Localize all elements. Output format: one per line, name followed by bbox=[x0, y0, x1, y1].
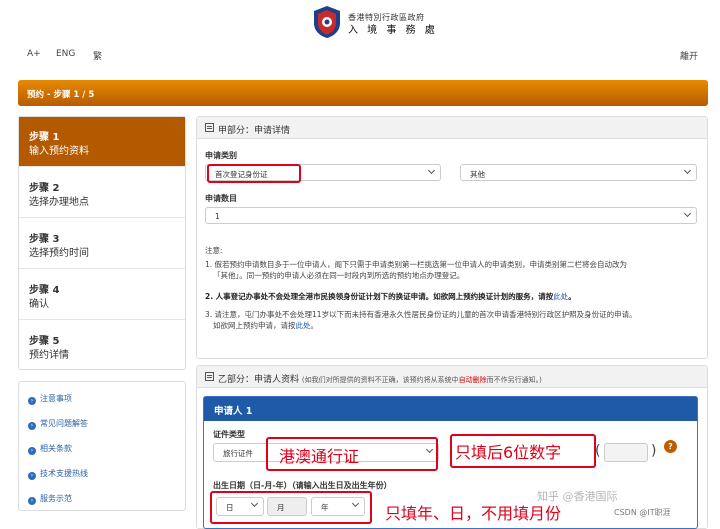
highlight-box bbox=[207, 164, 301, 183]
step-title: 输入预约资料 bbox=[29, 146, 89, 157]
step-title: 预约详情 bbox=[29, 350, 69, 361]
progress-bar: 预约 - 步骤 1 / 5 bbox=[18, 80, 708, 106]
progress-label: 预约 - 步骤 1 / 5 bbox=[27, 90, 95, 100]
step-title: 确认 bbox=[29, 299, 49, 310]
english-link[interactable]: ENG bbox=[56, 49, 75, 59]
help-icon[interactable]: ? bbox=[664, 440, 677, 453]
dob-day-value: 日 bbox=[226, 503, 234, 512]
site-header: 香港特別行政區政府 入 境 事 務 處 A+ ENG 繁 離开 bbox=[0, 0, 720, 70]
arrow-circle-icon: › bbox=[28, 422, 36, 430]
category-label: 申请类别 bbox=[205, 151, 237, 160]
part-a-header: 甲部分：申请详情 bbox=[197, 117, 707, 139]
link-label: 注意事项 bbox=[40, 394, 72, 403]
link-label: 服务示范 bbox=[40, 494, 72, 503]
paren-open: ( bbox=[595, 443, 601, 459]
note-2: 2. 人事登记办事处不会处理全港市民换领身份证计划下的换证申请。如欲网上预约换证… bbox=[205, 291, 576, 302]
note-3-end: 。 bbox=[310, 321, 319, 330]
logo-line2: 入 境 事 務 處 bbox=[348, 25, 438, 36]
note-2-text: 2. 人事登记办事处不会处理全港市民换领身份证计划下的换证申请。如欲网上预约换证… bbox=[205, 292, 554, 301]
category2-value: 其他 bbox=[470, 170, 485, 179]
paren-close: ) bbox=[651, 443, 657, 459]
step-number: 步骤 3 bbox=[29, 234, 60, 245]
step-list: 步骤 1 输入预约资料 步骤 2 选择办理地点 步骤 3 选择预约时间 步骤 4… bbox=[18, 116, 186, 370]
id-digits-input[interactable] bbox=[604, 443, 648, 462]
part-b-sub-red: 自动删除 bbox=[458, 376, 487, 384]
form-icon bbox=[205, 372, 214, 381]
part-b-header: 乙部分：申请人资料 (如我们对所提供的资料不正确，该预约将从系统中自动删除而不作… bbox=[197, 366, 707, 388]
logo-line1: 香港特別行政區政府 bbox=[348, 13, 425, 22]
dob-year-value: 年 bbox=[321, 503, 329, 512]
link-demo[interactable]: › 服务示范 bbox=[28, 493, 72, 505]
traditional-chinese-link[interactable]: 繁 bbox=[93, 49, 102, 62]
note-1a: 1. 假若预约申请数目多于一位申请人，阁下只需于申请类别第一栏挑选第一位申请人的… bbox=[205, 260, 628, 269]
note-2-link[interactable]: 此处 bbox=[553, 292, 568, 301]
step-number: 步骤 2 bbox=[29, 183, 60, 194]
step-item-5[interactable]: 步骤 5 预约详情 bbox=[19, 321, 185, 371]
step-title: 选择办理地点 bbox=[29, 197, 89, 208]
link-notes[interactable]: › 注意事项 bbox=[28, 393, 72, 405]
note-title: 注意: bbox=[205, 246, 223, 255]
applicant-title: 申请人 1 bbox=[214, 406, 253, 417]
link-terms[interactable]: › 相关条款 bbox=[28, 443, 72, 455]
arrow-circle-icon: › bbox=[28, 472, 36, 480]
arrow-circle-icon: › bbox=[28, 497, 36, 505]
step-title: 选择预约时间 bbox=[29, 248, 89, 259]
step-number: 步骤 1 bbox=[29, 132, 60, 143]
link-label: 技术支援热线 bbox=[40, 469, 88, 478]
chevron-down-icon bbox=[683, 209, 692, 218]
step-item-2[interactable]: 步骤 2 选择办理地点 bbox=[19, 168, 185, 218]
chevron-down-icon bbox=[683, 166, 692, 175]
part-b-sub-b: 而不作另行通知。) bbox=[486, 376, 542, 384]
doc-annotation: 港澳通行证 bbox=[279, 447, 360, 466]
count-select[interactable]: 1 bbox=[205, 207, 697, 224]
applicant-header: 申请人 1 bbox=[204, 397, 697, 421]
link-label: 相关条款 bbox=[40, 444, 72, 453]
link-support[interactable]: › 技术支援热线 bbox=[28, 468, 88, 480]
chevron-down-icon bbox=[427, 166, 436, 175]
dob-day-select[interactable]: 日 bbox=[216, 497, 264, 516]
digits-annotation: 只填后6位数字 bbox=[455, 443, 562, 462]
note-3b-text: 如欲网上预约申请，请按 bbox=[213, 321, 296, 330]
dob-annotation: 只填年、日，不用填月份 bbox=[385, 504, 562, 523]
note-3b: 如欲网上预约申请，请按此处。 bbox=[213, 320, 318, 331]
part-a-title: 甲部分：申请详情 bbox=[218, 126, 291, 136]
immigration-logo-icon bbox=[314, 6, 340, 38]
font-size-link[interactable]: A+ bbox=[27, 49, 41, 59]
part-b-heading: 乙部分：申请人资料 (如我们对所提供的资料不正确，该预约将从系统中自动删除而不作… bbox=[218, 372, 542, 385]
dob-month-select[interactable]: 月 bbox=[267, 497, 307, 516]
link-label: 常见问题解答 bbox=[40, 419, 88, 428]
step-item-3[interactable]: 步骤 3 选择预约时间 bbox=[19, 219, 185, 269]
count-label: 申请数目 bbox=[205, 194, 237, 203]
step-item-4[interactable]: 步骤 4 确认 bbox=[19, 270, 185, 320]
dob-year-select[interactable]: 年 bbox=[311, 497, 365, 516]
link-faq[interactable]: › 常见问题解答 bbox=[28, 418, 88, 430]
note-2-end: 。 bbox=[568, 292, 576, 301]
form-icon bbox=[205, 123, 214, 132]
dob-label: 出生日期（日-月-年）（请输入出生日及出生年份） bbox=[213, 481, 392, 490]
step-item-1[interactable]: 步骤 1 输入预约资料 bbox=[19, 117, 185, 167]
watermark: 知乎 @香港国际 bbox=[537, 490, 618, 503]
doc-type-value: 旅行证件 bbox=[223, 449, 253, 458]
step-number: 步骤 4 bbox=[29, 285, 60, 296]
part-b-sub-a: (如我们对所提供的资料不正确，该预约将从系统中 bbox=[301, 376, 459, 384]
logout-link[interactable]: 離开 bbox=[680, 49, 698, 62]
dob-month-value: 月 bbox=[277, 503, 285, 512]
note-3a: 3. 请注意，屯门办事处不会处理11岁以下而未持有香港永久性居民身份证的儿童的首… bbox=[205, 310, 637, 319]
category2-select[interactable]: 其他 bbox=[460, 164, 697, 181]
arrow-circle-icon: › bbox=[28, 447, 36, 455]
chevron-down-icon bbox=[250, 499, 259, 508]
step-number: 步骤 5 bbox=[29, 336, 60, 347]
note-1b: 「其他」。同一预约的申请人必须在同一时段内到所选的预约地点办理登记。 bbox=[213, 271, 465, 280]
arrow-circle-icon: › bbox=[28, 397, 36, 405]
count-value: 1 bbox=[215, 212, 220, 221]
chevron-down-icon bbox=[351, 499, 360, 508]
csdn-watermark: CSDN @IT职涯 bbox=[614, 508, 671, 517]
note-3-link[interactable]: 此处 bbox=[296, 321, 311, 330]
doc-type-label: 证件类型 bbox=[213, 430, 245, 439]
logo-text: 香港特別行政區政府 入 境 事 務 處 bbox=[348, 11, 438, 37]
help-links: › 注意事项 › 常见问题解答 › 相关条款 › 技术支援热线 › 服务示范 bbox=[18, 381, 186, 511]
part-b-title: 乙部分：申请人资料 bbox=[218, 375, 300, 385]
